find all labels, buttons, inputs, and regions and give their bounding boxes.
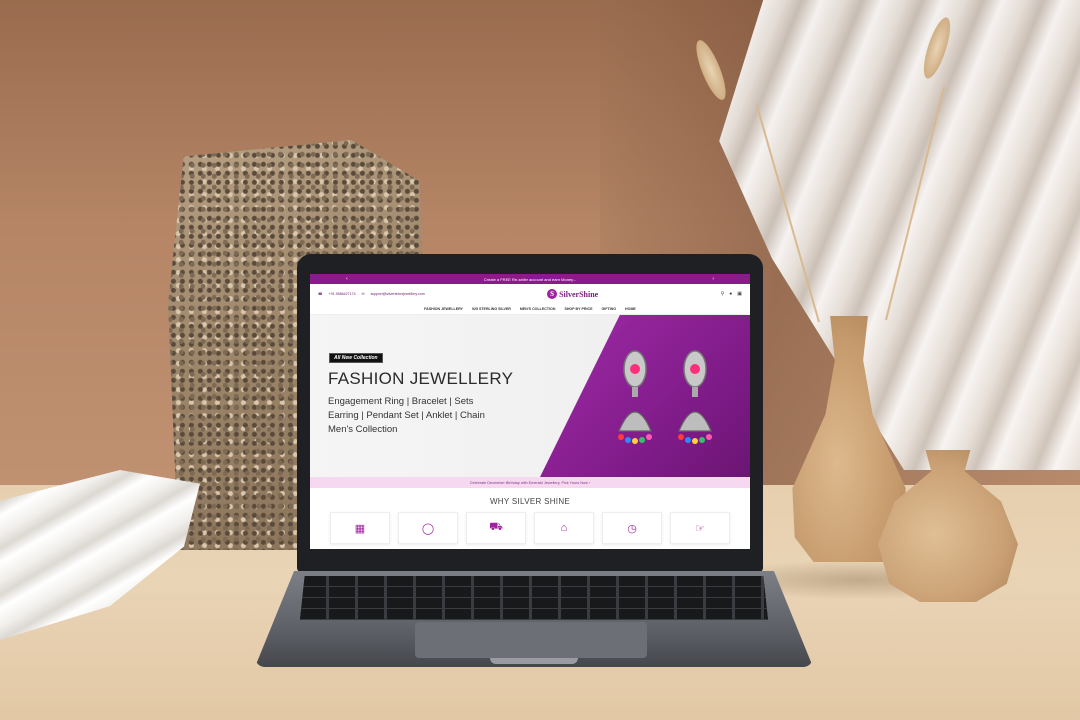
earring-image (618, 350, 652, 444)
main-nav: FASHION JEWELLERY 925 STERLING SILVER ME… (310, 304, 750, 315)
search-icon[interactable]: ⚲ (721, 291, 725, 297)
nav-sterling-silver[interactable]: 925 STERLING SILVER (472, 307, 511, 311)
trackpad (415, 622, 647, 658)
hero-badge: All New Collection (329, 353, 383, 363)
laptop-screen: ‹ Create a FREE Re-seller account and ea… (310, 274, 750, 549)
promo-next-icon[interactable]: › (712, 276, 714, 282)
promo-banner[interactable]: Celebrate December Birthday with Emerald… (310, 477, 750, 488)
header: ☎ +91 9586427174 ✉ support@silvershineje… (310, 284, 750, 304)
promo-prev-icon[interactable]: ‹ (346, 276, 348, 282)
phone-icon: ☎ (318, 292, 323, 296)
home-icon[interactable]: ⌂ (534, 512, 594, 544)
ring-icon[interactable]: ◯ (398, 512, 458, 544)
nav-mens-collection[interactable]: MEN'S COLLECTION (520, 307, 556, 311)
promo-text[interactable]: Create a FREE Re-seller account and earn… (484, 277, 576, 282)
nav-shop-by-price[interactable]: SHOP BY PRICE (564, 307, 592, 311)
nav-home[interactable]: HOME (625, 307, 636, 311)
nav-fashion-jewellery[interactable]: FASHION JEWELLERY (424, 307, 463, 311)
nav-gifting[interactable]: GIFTING (601, 307, 616, 311)
keyboard (300, 576, 768, 620)
mail-icon: ✉ (361, 292, 365, 296)
contact-info: ☎ +91 9586427174 ✉ support@silvershineje… (318, 292, 425, 296)
header-icons: ⚲ ● ▣ (721, 291, 742, 297)
clock-icon[interactable]: ◷ (602, 512, 662, 544)
earring-image (678, 350, 712, 444)
hero-sub-line: Engagement Ring | Bracelet | Sets (328, 396, 474, 407)
hero-banner[interactable]: All New Collection FASHION JEWELLERY Eng… (310, 315, 750, 477)
phone-number[interactable]: +91 9586427174 (328, 292, 355, 296)
promo-bar[interactable]: ‹ Create a FREE Re-seller account and ea… (310, 274, 750, 284)
logo-text: SilverShine (559, 289, 599, 299)
why-title: WHY SILVER SHINE (489, 497, 571, 506)
laptop-notch (490, 658, 578, 664)
hero-title: FASHION JEWELLERY (328, 369, 514, 388)
logo-mark: S (547, 289, 558, 299)
shipping-icon[interactable]: ⛟ (466, 512, 526, 544)
site-logo[interactable]: S SilverShine (547, 289, 598, 299)
user-icon[interactable]: ● (729, 291, 732, 297)
certificate-icon[interactable]: ▦ (330, 512, 390, 544)
hand-icon[interactable]: ☞ (670, 512, 730, 544)
hero-sub-line: Men's Collection (328, 424, 398, 435)
feature-row: ▦ ◯ ⛟ ⌂ ◷ ☞ (310, 512, 750, 544)
email-address[interactable]: support@silvershinejewellery.com (371, 292, 425, 296)
hero-subtitle: Engagement Ring | Bracelet | Sets Earrin… (328, 395, 485, 437)
cart-icon[interactable]: ▣ (737, 291, 742, 297)
hero-sub-line: Earring | Pendant Set | Anklet | Chain (328, 410, 485, 421)
